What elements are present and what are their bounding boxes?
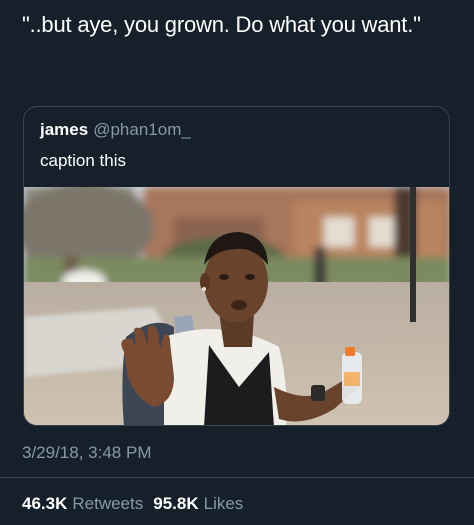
retweets-stat[interactable]: 46.3K Retweets	[22, 493, 143, 515]
likes-label: Likes	[203, 494, 244, 513]
quoted-tweet-author-handle[interactable]: @phan1om_	[93, 120, 191, 139]
quoted-tweet-header: james @phan1om_	[40, 120, 191, 140]
retweets-label: Retweets	[72, 494, 144, 513]
quoted-tweet-photo[interactable]	[24, 187, 450, 426]
retweets-count: 46.3K	[22, 494, 68, 513]
quoted-tweet-card[interactable]: james @phan1om_ caption this	[23, 106, 450, 426]
tweet-text: "..but aye, you grown. Do what you want.…	[22, 12, 421, 37]
quoted-tweet-author-name[interactable]: james	[40, 120, 88, 139]
likes-count: 95.8K	[153, 494, 199, 513]
tweet-timestamp[interactable]: 3/29/18, 3:48 PM	[22, 442, 151, 464]
quoted-tweet-text: caption this	[40, 151, 126, 170]
stats-divider	[0, 477, 474, 478]
tweet-stats: 46.3K Retweets 95.8K Likes	[22, 493, 253, 515]
likes-stat[interactable]: 95.8K Likes	[153, 493, 243, 515]
